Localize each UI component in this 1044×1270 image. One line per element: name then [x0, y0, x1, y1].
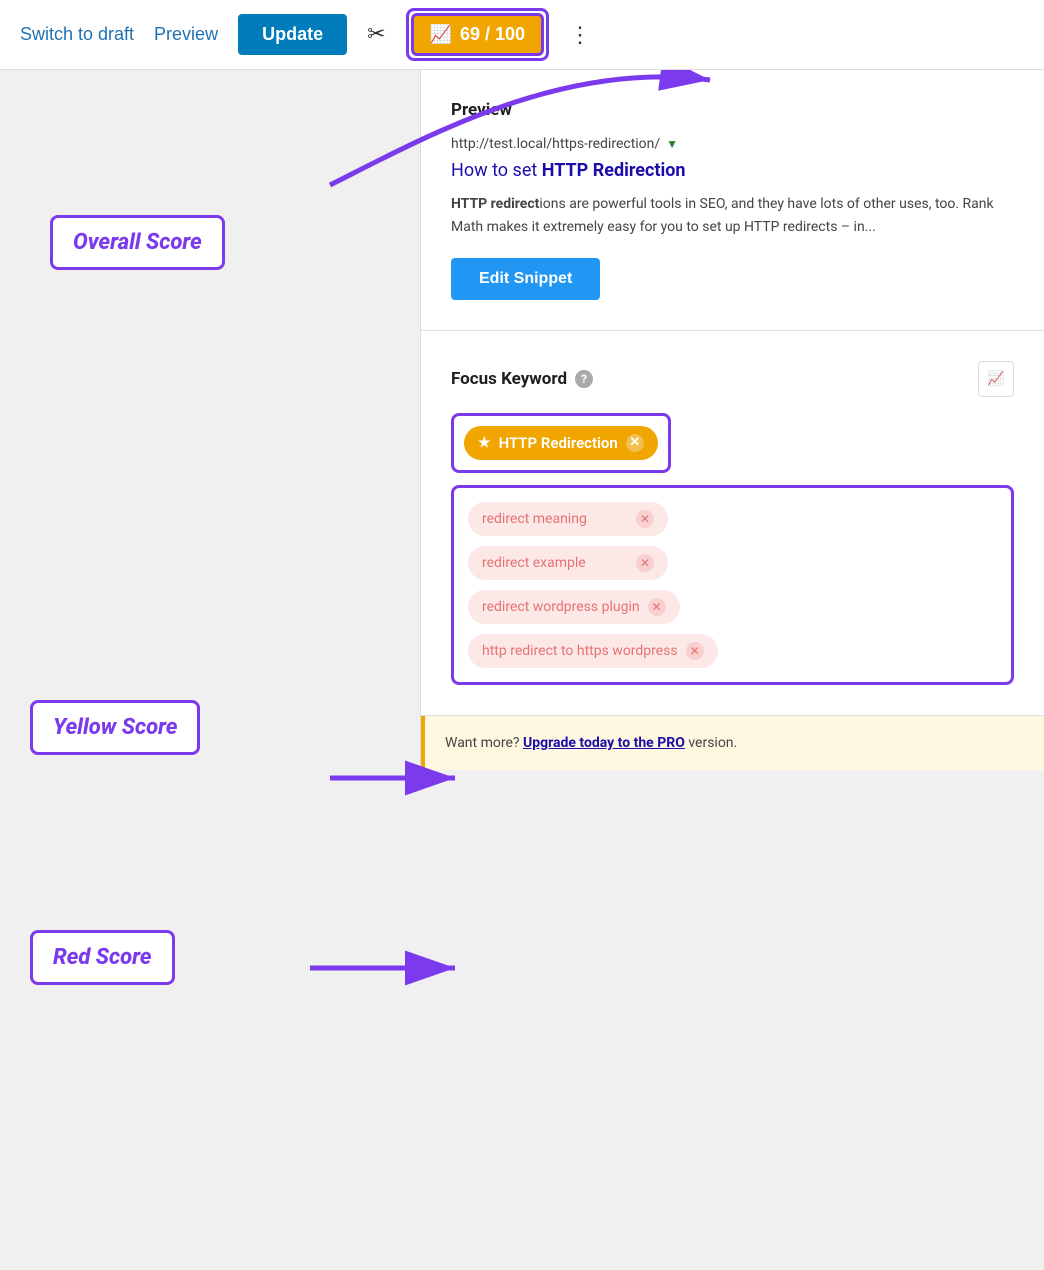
focus-keyword-section: Focus Keyword ? 📈 ★ HTTP Redirection ✕ r	[421, 331, 1044, 716]
chart-icon: 📈	[430, 24, 452, 45]
yellow-score-annotation: Yellow Score	[30, 700, 200, 755]
toolbar: Switch to draft Preview Update ✂ 📈 69 / …	[0, 0, 1044, 70]
more-options-button[interactable]: ⋮	[569, 22, 591, 48]
upgrade-text-before: Want more?	[445, 735, 523, 751]
primary-keyword-text: HTTP Redirection	[499, 434, 618, 452]
keyword-remove-button-2[interactable]: ✕	[648, 598, 666, 616]
help-icon[interactable]: ?	[575, 370, 593, 388]
preview-url: http://test.local/https-redirection/ ▼	[451, 136, 1014, 152]
primary-keyword-tag: ★ HTTP Redirection ✕	[464, 426, 658, 460]
trend-button[interactable]: 📈	[978, 361, 1014, 397]
secondary-keywords-wrapper: redirect meaning ✕ redirect example ✕ re…	[451, 485, 1014, 685]
preview-title-bold: HTTP Redirection	[542, 160, 686, 181]
left-panel: Overall Score Yellow Score Red Score	[0, 70, 420, 770]
score-badge-button[interactable]: 📈 69 / 100	[411, 13, 544, 56]
preview-title-heading: Preview	[451, 100, 1014, 120]
keyword-tag-text-1: redirect example	[482, 555, 586, 571]
yellow-score-label: Yellow Score	[53, 715, 177, 740]
upgrade-text-after: version.	[685, 735, 737, 751]
score-value: 69 / 100	[460, 24, 525, 45]
preview-desc-bold: HTTP redirect	[451, 196, 539, 212]
score-badge-wrapper: 📈 69 / 100	[406, 8, 549, 61]
preview-url-text: http://test.local/https-redirection/	[451, 136, 660, 152]
red-score-annotation: Red Score	[30, 930, 175, 985]
upgrade-box: Want more? Upgrade today to the PRO vers…	[421, 716, 1044, 770]
keyword-tag-redirect-wordpress-plugin: redirect wordpress plugin ✕	[468, 590, 680, 624]
keyword-tag-redirect-example: redirect example ✕	[468, 546, 668, 580]
primary-keyword-remove-button[interactable]: ✕	[626, 434, 644, 452]
keyword-tag-text-2: redirect wordpress plugin	[482, 599, 640, 615]
keyword-tag-http-redirect-https: http redirect to https wordpress ✕	[468, 634, 718, 668]
preview-page-title: How to set HTTP Redirection	[451, 158, 1014, 183]
red-score-label: Red Score	[53, 945, 152, 970]
edit-snippet-button[interactable]: Edit Snippet	[451, 258, 600, 300]
keyword-tag-text-0: redirect meaning	[482, 511, 587, 527]
keyword-remove-button-0[interactable]: ✕	[636, 510, 654, 528]
switch-to-draft-button[interactable]: Switch to draft	[20, 24, 134, 45]
update-button[interactable]: Update	[238, 14, 347, 55]
overall-score-annotation: Overall Score	[50, 215, 225, 270]
scissors-icon[interactable]: ✂	[367, 22, 385, 47]
preview-button[interactable]: Preview	[154, 24, 218, 45]
upgrade-link[interactable]: Upgrade today to the PRO	[523, 735, 685, 751]
preview-description: HTTP redirections are powerful tools in …	[451, 193, 1014, 238]
keyword-tag-text-3: http redirect to https wordpress	[482, 643, 678, 659]
trend-icon: 📈	[987, 370, 1004, 387]
right-panel: Preview http://test.local/https-redirect…	[420, 70, 1044, 770]
preview-title-start: How to set	[451, 160, 542, 181]
dropdown-arrow-icon[interactable]: ▼	[666, 137, 678, 151]
primary-keyword-wrapper: ★ HTTP Redirection ✕	[451, 413, 671, 473]
keyword-remove-button-3[interactable]: ✕	[686, 642, 704, 660]
keyword-remove-button-1[interactable]: ✕	[636, 554, 654, 572]
keyword-tag-redirect-meaning: redirect meaning ✕	[468, 502, 668, 536]
overall-score-label: Overall Score	[73, 230, 202, 255]
preview-section: Preview http://test.local/https-redirect…	[421, 70, 1044, 331]
star-icon: ★	[478, 435, 491, 451]
focus-keyword-heading: Focus Keyword	[451, 369, 567, 389]
focus-keyword-header: Focus Keyword ? 📈	[451, 361, 1014, 397]
main-layout: Overall Score Yellow Score Red Score Pre…	[0, 70, 1044, 770]
focus-keyword-title: Focus Keyword ?	[451, 369, 593, 389]
